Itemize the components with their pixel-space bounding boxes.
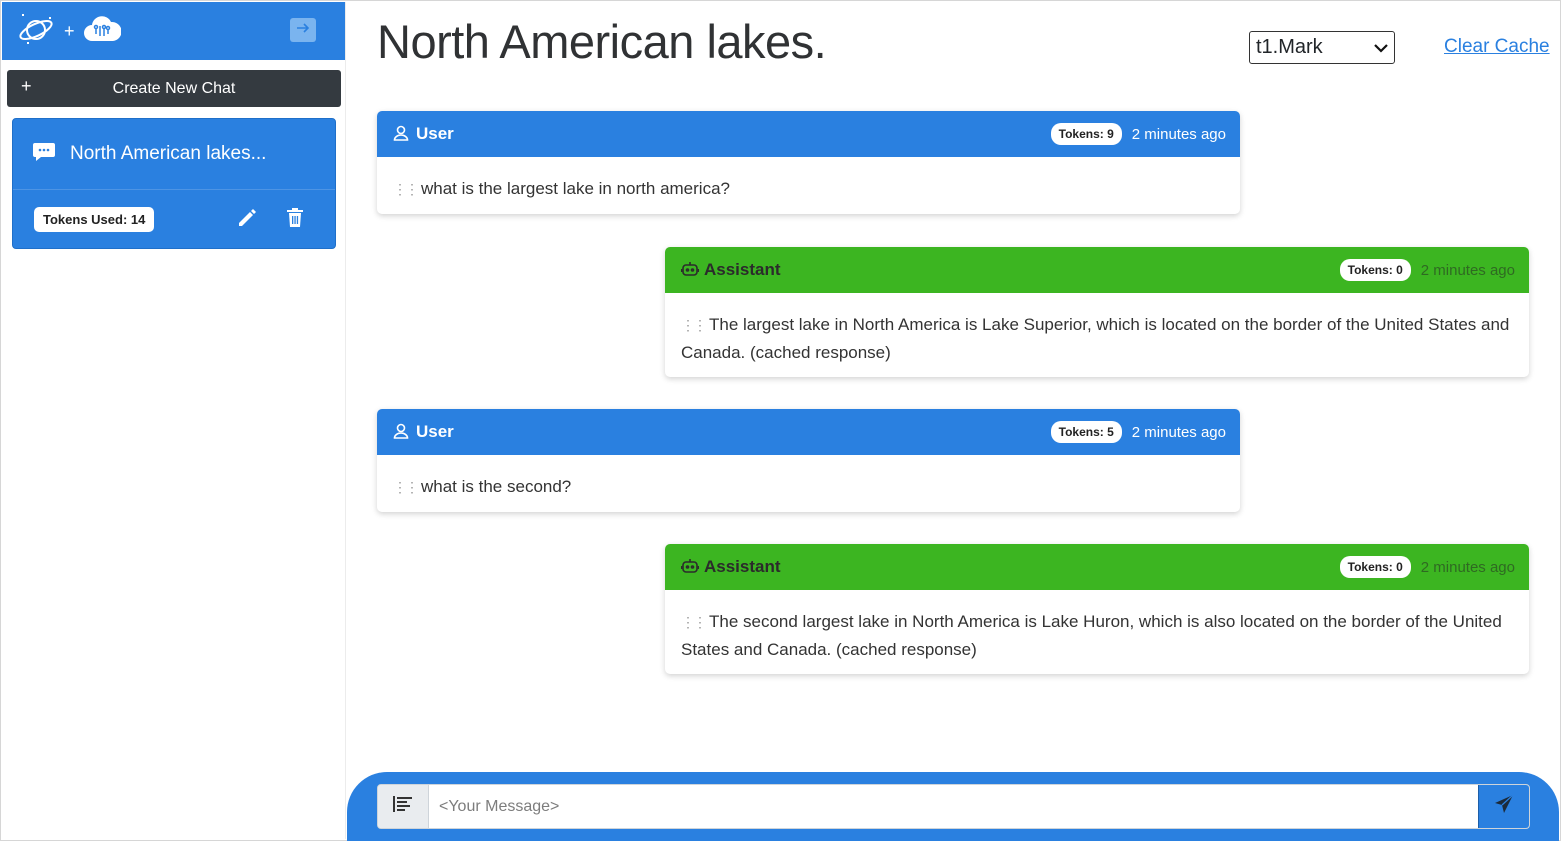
plus-icon: + <box>21 76 32 96</box>
planet-icon <box>16 9 56 54</box>
message-time: 2 minutes ago <box>1420 558 1515 576</box>
sidebar: + + Create New Chat North American lakes… <box>2 2 346 839</box>
chevron-down-icon <box>1374 36 1388 59</box>
message-meta: Tokens: 0 2 minutes ago <box>1339 259 1515 281</box>
drag-handle-icon[interactable]: ⋮⋮ <box>393 181 419 197</box>
drag-handle-icon[interactable]: ⋮⋮ <box>393 479 419 495</box>
message-body: ⋮⋮ The largest lake in North America is L… <box>665 293 1529 377</box>
text-lines-icon <box>393 795 413 818</box>
message-input[interactable] <box>429 785 1478 828</box>
message-meta: Tokens: 5 2 minutes ago <box>1050 421 1226 443</box>
main-panel: North American lakes. t1.Mark Clear Cach… <box>347 0 1559 841</box>
user-icon <box>393 125 411 143</box>
robot-icon <box>681 261 699 279</box>
tokens-used-badge: Tokens Used: 14 <box>34 207 155 232</box>
token-badge: Tokens: 5 <box>1050 421 1122 443</box>
pencil-icon <box>237 209 257 232</box>
create-new-chat-label: Create New Chat <box>112 79 236 97</box>
chat-title: North American lakes... <box>70 143 267 164</box>
message-header: Assistant Tokens: 0 2 minutes ago <box>665 247 1529 293</box>
chat-bubble-icon <box>33 142 55 167</box>
message-body: ⋮⋮ The second largest lake in North Ameri… <box>665 590 1529 674</box>
page-title: North American lakes. <box>377 15 827 68</box>
message-header: User Tokens: 5 2 minutes ago <box>377 409 1240 455</box>
composer-bar <box>347 772 1559 841</box>
chat-list-item-footer: Tokens Used: 14 <box>13 190 335 248</box>
message-text: what is the largest lake in north americ… <box>421 179 730 198</box>
delete-chat-button[interactable] <box>287 208 303 232</box>
message-role: Assistant <box>704 260 781 279</box>
message-card-user: User Tokens: 5 2 minutes ago ⋮⋮ what is t… <box>377 409 1240 512</box>
chat-list-item-header: North American lakes... <box>13 119 335 190</box>
text-format-button[interactable] <box>378 785 429 828</box>
composer-input-group <box>377 784 1530 829</box>
message-meta: Tokens: 0 2 minutes ago <box>1339 556 1515 578</box>
message-text: what is the second? <box>421 477 572 496</box>
plus-icon: + <box>64 20 75 41</box>
message-time: 2 minutes ago <box>1420 261 1515 279</box>
model-select[interactable]: t1.Mark <box>1249 31 1395 64</box>
message-text: The second largest lake in North America… <box>681 612 1502 659</box>
send-button[interactable] <box>1478 785 1529 828</box>
message-header: Assistant Tokens: 0 2 minutes ago <box>665 544 1529 590</box>
message-role: Assistant <box>704 557 781 576</box>
message-body: ⋮⋮ what is the second? <box>377 455 1240 512</box>
drag-handle-icon[interactable]: ⋮⋮ <box>681 614 707 630</box>
clear-cache-link[interactable]: Clear Cache <box>1444 36 1550 58</box>
model-select-value: t1.Mark <box>1256 36 1323 58</box>
message-header: User Tokens: 9 2 minutes ago <box>377 111 1240 157</box>
message-card-assistant: Assistant Tokens: 0 2 minutes ago ⋮⋮ The … <box>665 544 1529 674</box>
paper-plane-icon <box>1494 794 1514 819</box>
user-icon <box>393 423 411 441</box>
robot-icon <box>681 558 699 576</box>
logo: + <box>16 9 122 54</box>
create-new-chat-button[interactable]: + Create New Chat <box>7 70 341 107</box>
token-badge: Tokens: 0 <box>1339 259 1411 281</box>
sidebar-header: + <box>2 2 345 60</box>
message-time: 2 minutes ago <box>1131 125 1226 143</box>
chat-list-item[interactable]: North American lakes... Tokens Used: 14 <box>12 118 336 249</box>
message-card-assistant: Assistant Tokens: 0 2 minutes ago ⋮⋮ The … <box>665 247 1529 377</box>
message-role: User <box>416 422 454 441</box>
message-role: User <box>416 124 454 143</box>
message-card-user: User Tokens: 9 2 minutes ago ⋮⋮ what is t… <box>377 111 1240 214</box>
token-badge: Tokens: 0 <box>1339 556 1411 578</box>
message-meta: Tokens: 9 2 minutes ago <box>1050 123 1226 145</box>
arrow-right-icon <box>296 21 310 39</box>
edit-chat-button[interactable] <box>237 208 257 233</box>
token-badge: Tokens: 9 <box>1050 123 1122 145</box>
collapse-sidebar-button[interactable] <box>290 18 316 42</box>
cloud-brain-icon <box>83 14 122 49</box>
drag-handle-icon[interactable]: ⋮⋮ <box>681 317 707 333</box>
message-time: 2 minutes ago <box>1131 423 1226 441</box>
trash-icon <box>287 208 303 231</box>
message-body: ⋮⋮ what is the largest lake in north amer… <box>377 157 1240 214</box>
message-text: The largest lake in North America is Lak… <box>681 315 1510 362</box>
